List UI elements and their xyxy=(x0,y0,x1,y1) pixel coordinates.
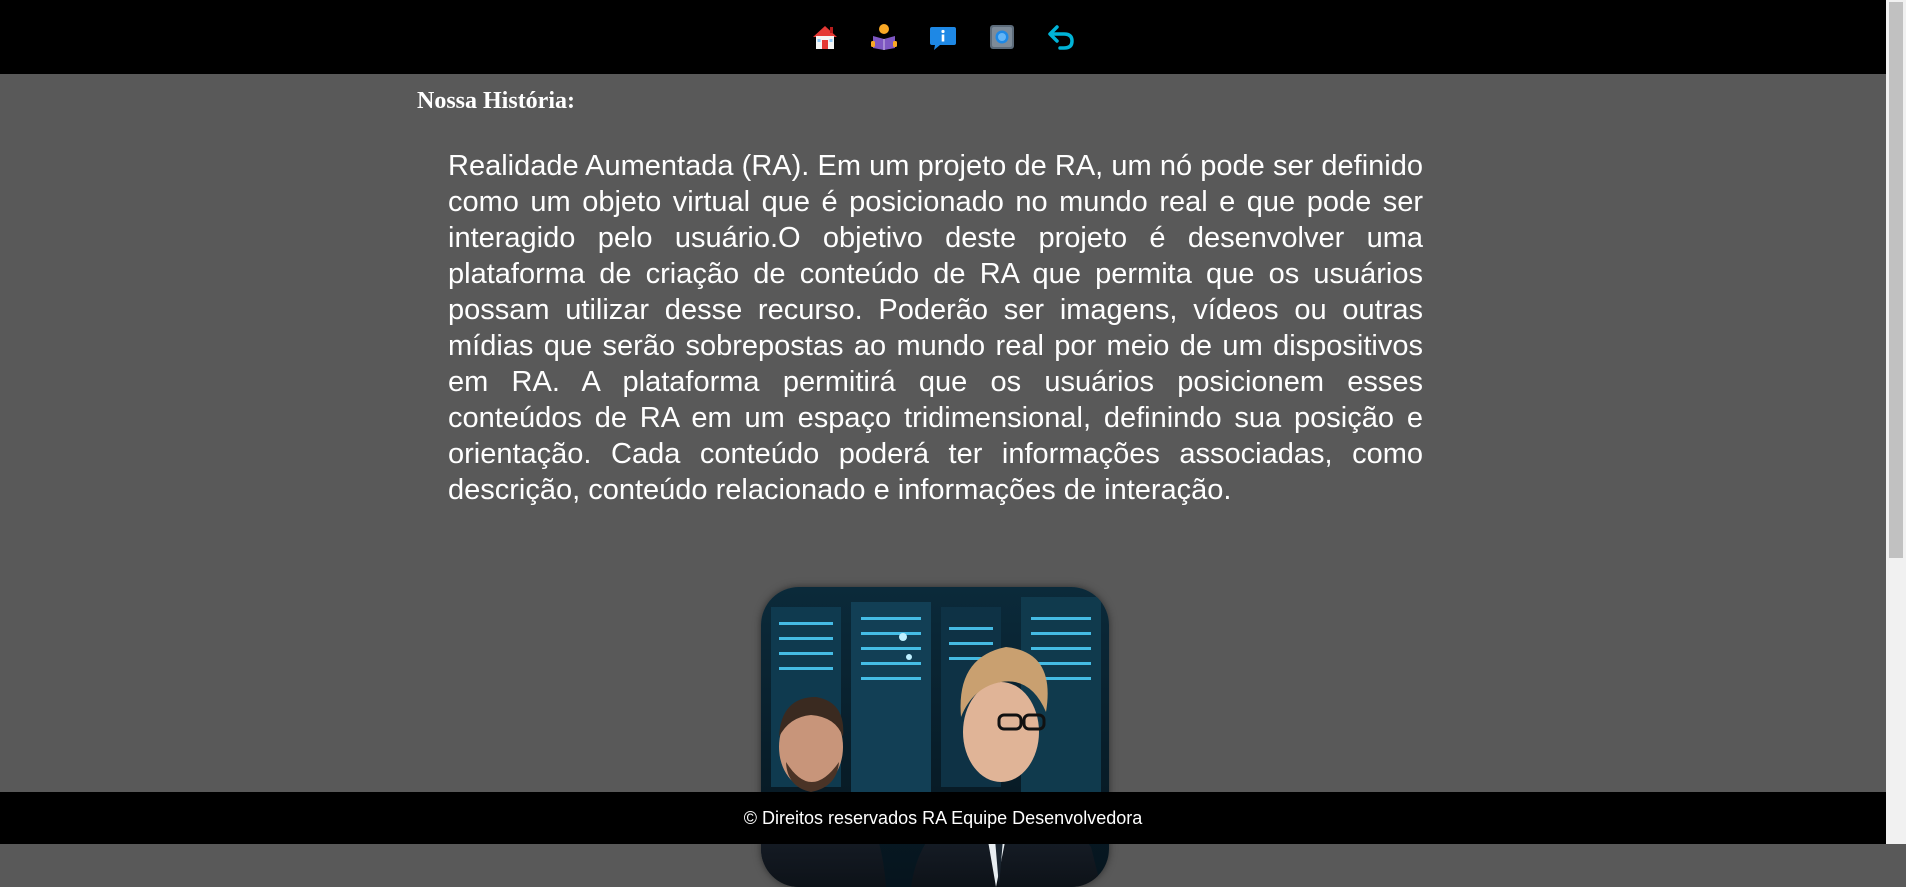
story-paragraph: Realidade Aumentada (RA). Em um projeto … xyxy=(448,150,1423,506)
info-icon[interactable] xyxy=(929,23,957,51)
page-title: Nossa História: xyxy=(417,88,575,114)
copyright-text: © Direitos reservados RA Equipe Desenvol… xyxy=(743,807,1143,828)
vertical-scrollbar[interactable] xyxy=(1886,0,1906,844)
back-arrow-icon[interactable] xyxy=(1047,23,1075,51)
main-content: Nossa História: Realidade Aumentada (RA)… xyxy=(0,74,1886,887)
home-icon[interactable] xyxy=(811,23,839,51)
record-icon[interactable] xyxy=(988,23,1016,51)
scrollbar-thumb[interactable] xyxy=(1889,2,1903,558)
nav-icons xyxy=(0,0,1886,74)
footer: © Direitos reservados RA Equipe Desenvol… xyxy=(0,792,1886,844)
top-navigation-bar xyxy=(0,0,1886,74)
reader-icon[interactable] xyxy=(870,23,898,51)
